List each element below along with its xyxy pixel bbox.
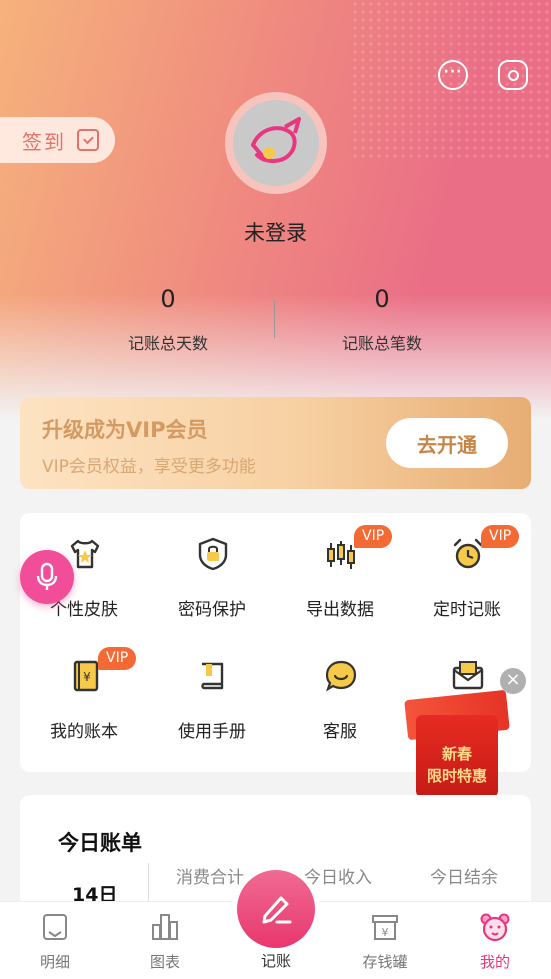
message-icon[interactable]: ··· bbox=[438, 60, 468, 90]
feature-manual[interactable]: 使用手册 bbox=[148, 635, 276, 742]
promo-line1: 新春 bbox=[441, 745, 472, 763]
promo-close-button[interactable]: × bbox=[500, 668, 526, 694]
feature-support[interactable]: 客服 bbox=[276, 635, 404, 742]
alarm-clock-icon bbox=[453, 538, 483, 569]
vip-badge: VIP bbox=[98, 647, 137, 670]
tab-label: 图表 bbox=[149, 953, 180, 971]
feature-label: 密码保护 bbox=[178, 600, 246, 620]
microphone-icon bbox=[36, 562, 58, 590]
stat-divider bbox=[274, 300, 275, 338]
fish-logo-icon bbox=[251, 117, 301, 163]
vip-subtitle: VIP会员权益，享受更多功能 bbox=[42, 457, 256, 477]
manual-icon bbox=[201, 662, 224, 690]
feature-label: 我的账本 bbox=[50, 722, 118, 742]
stat-label: 记账总天数 bbox=[127, 334, 208, 353]
username[interactable]: 未登录 bbox=[0, 217, 551, 247]
detail-icon bbox=[43, 914, 67, 940]
record-button[interactable] bbox=[237, 870, 315, 948]
tab-piggy-bank[interactable]: ¥ 存钱罐 bbox=[330, 902, 440, 979]
checkin-button[interactable]: 签到 bbox=[0, 117, 115, 163]
pen-icon bbox=[262, 896, 292, 924]
stat-label: 记账总笔数 bbox=[341, 334, 422, 353]
svg-text:¥: ¥ bbox=[382, 926, 389, 939]
voice-input-button[interactable] bbox=[20, 550, 74, 604]
lock-icon bbox=[198, 537, 228, 571]
feature-ledger[interactable]: ¥ VIP 我的账本 bbox=[20, 635, 148, 742]
spring-promo-popup[interactable]: 新春 限时特惠 bbox=[398, 675, 516, 800]
tab-chart[interactable]: 图表 bbox=[110, 902, 220, 979]
bill-col-expense: 消费合计 bbox=[176, 868, 244, 888]
bear-face-icon bbox=[480, 913, 510, 942]
calendar-check-icon bbox=[77, 129, 99, 151]
promo-line2: 限时特惠 bbox=[426, 767, 487, 785]
tab-label: 存钱罐 bbox=[362, 953, 408, 971]
piggy-box-icon: ¥ bbox=[372, 915, 398, 940]
avatar[interactable] bbox=[225, 92, 327, 194]
profile-header-background bbox=[0, 0, 551, 420]
bill-col-balance: 今日结余 bbox=[430, 868, 498, 888]
settings-icon[interactable] bbox=[498, 60, 528, 90]
vip-banner[interactable]: 升级成为VIP会员 VIP会员权益，享受更多功能 去开通 bbox=[20, 397, 531, 489]
chart-icon bbox=[152, 914, 178, 940]
svg-text:¥: ¥ bbox=[83, 670, 91, 684]
tab-label: 明细 bbox=[39, 953, 70, 971]
vip-badge: VIP bbox=[354, 525, 393, 548]
feature-label: 导出数据 bbox=[306, 600, 374, 620]
vip-badge: VIP bbox=[481, 525, 520, 548]
checkin-label: 签到 bbox=[22, 129, 66, 154]
vip-open-button[interactable]: 去开通 bbox=[386, 418, 508, 468]
tab-label: 我的 bbox=[479, 953, 510, 971]
feature-label: 使用手册 bbox=[178, 722, 246, 742]
stat-value: 0 bbox=[160, 285, 176, 313]
bill-col-income: 今日收入 bbox=[304, 868, 372, 888]
feature-password[interactable]: 密码保护 bbox=[148, 513, 276, 620]
record-label[interactable]: 记账 bbox=[220, 950, 332, 971]
feature-export[interactable]: VIP 导出数据 bbox=[276, 513, 404, 620]
candlestick-icon bbox=[327, 541, 355, 569]
tab-detail[interactable]: 明细 bbox=[0, 902, 110, 979]
feature-scheduled[interactable]: VIP 定时记账 bbox=[403, 513, 531, 620]
stat-value: 0 bbox=[374, 285, 390, 313]
tab-mine[interactable]: 我的 bbox=[440, 902, 550, 979]
feature-label: 定时记账 bbox=[433, 600, 501, 620]
shirt-icon bbox=[70, 539, 100, 569]
today-bill-title: 今日账单 bbox=[58, 831, 142, 855]
stat-total-days: 0 记账总天数 bbox=[88, 285, 248, 354]
ledger-icon: ¥ bbox=[73, 660, 99, 692]
vip-title: 升级成为VIP会员 bbox=[42, 418, 208, 442]
stat-total-records: 0 记账总笔数 bbox=[302, 285, 462, 354]
smile-chat-icon bbox=[325, 660, 357, 692]
feature-label: 客服 bbox=[323, 722, 357, 742]
